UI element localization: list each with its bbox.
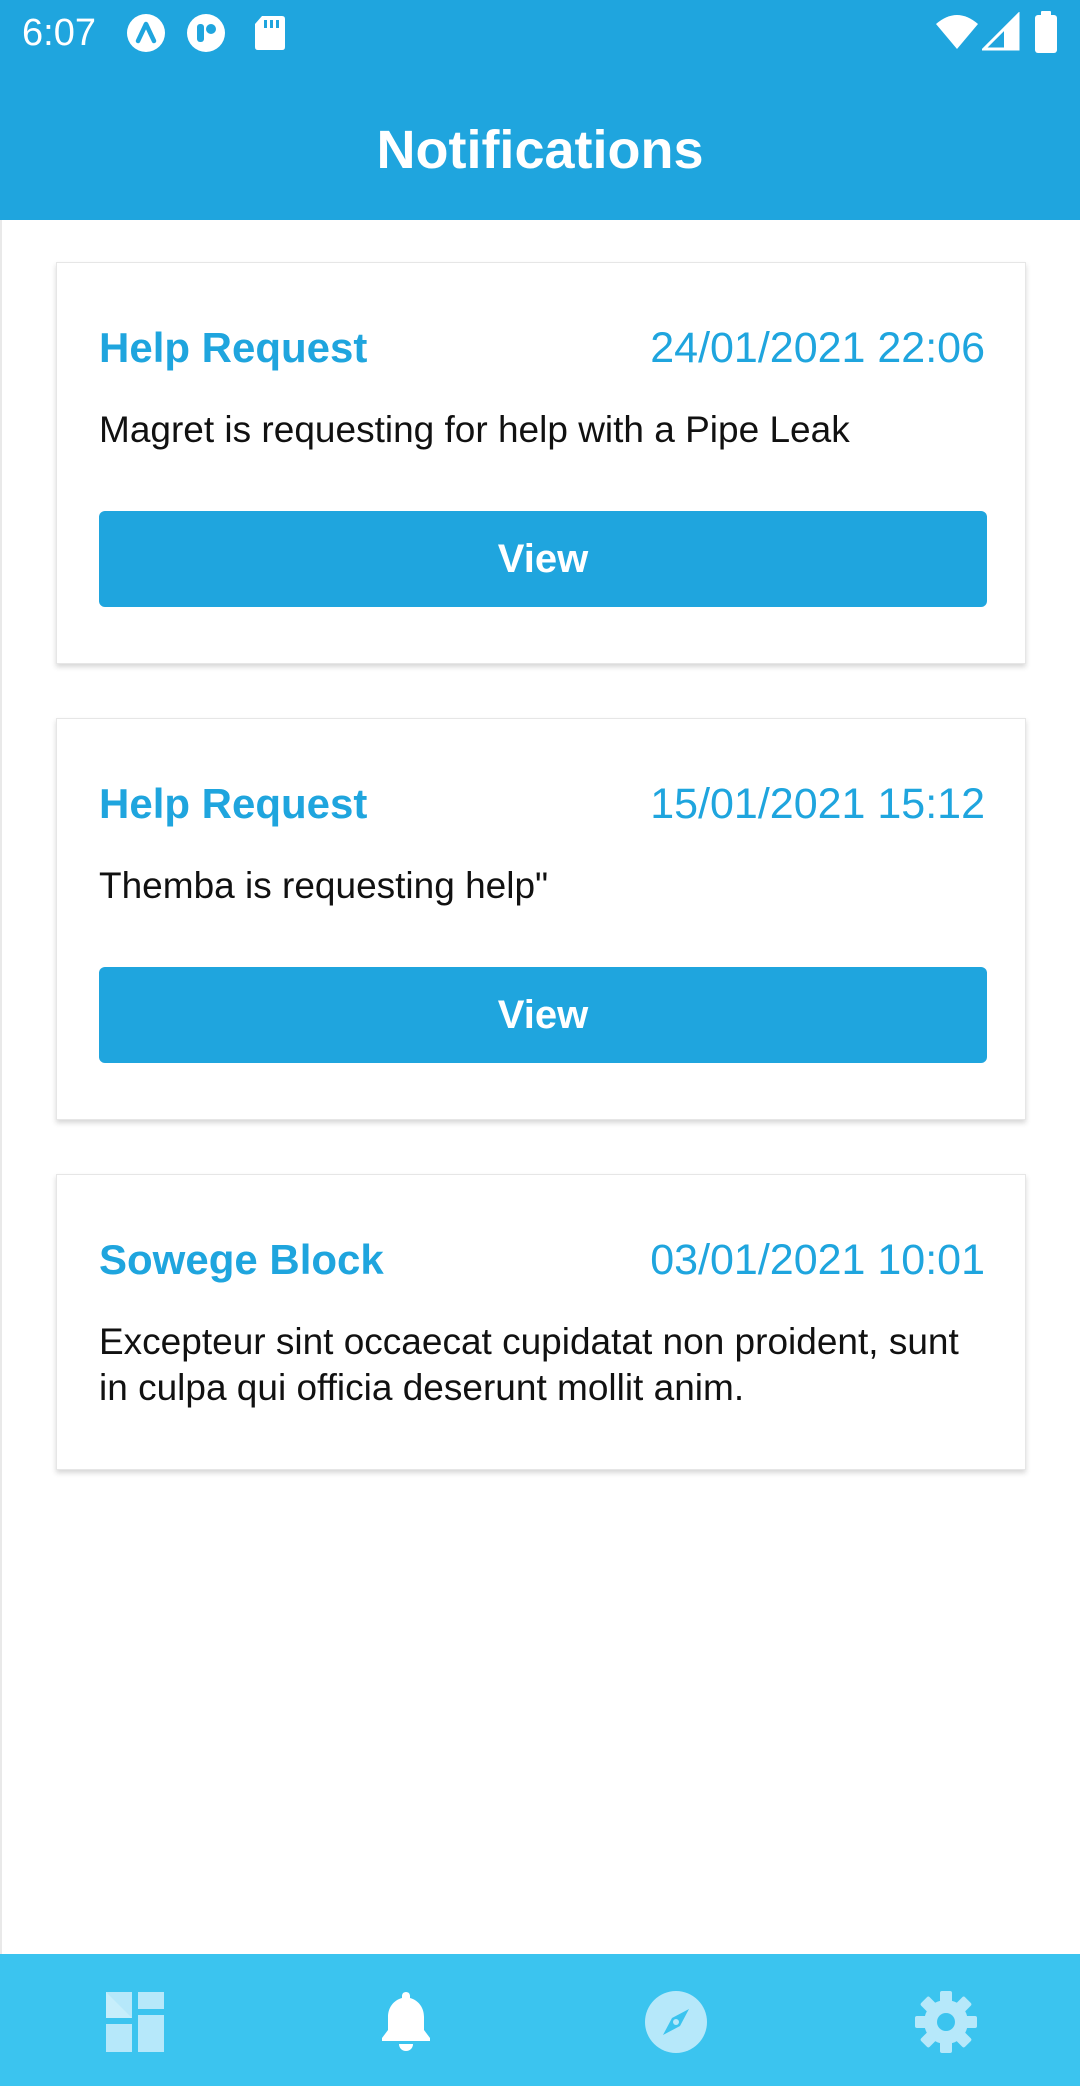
compass-icon	[645, 1991, 707, 2053]
nav-item-explore[interactable]	[540, 1954, 810, 2086]
gear-icon	[915, 1991, 977, 2053]
status-bar: 6:07	[0, 0, 1080, 66]
notification-message: Excepteur sint occaecat cupidatat non pr…	[99, 1321, 959, 1408]
nav-item-settings[interactable]	[810, 1954, 1080, 2086]
status-time: 6:07	[22, 12, 96, 54]
bottom-nav	[0, 1954, 1080, 2086]
app-bar: Notifications	[0, 66, 1080, 220]
notification-title: Sowege Block	[99, 1236, 384, 1283]
notification-date: 24/01/2021 22:06	[650, 324, 985, 372]
view-button[interactable]: View	[99, 967, 987, 1063]
wifi-icon	[934, 12, 980, 52]
dashboard-icon	[106, 1992, 164, 2052]
page-title: Notifications	[376, 120, 704, 180]
notification-card: Help Request 15/01/2021 15:12 Themba is …	[56, 718, 1026, 1120]
nav-item-dashboard[interactable]	[0, 1954, 270, 2086]
notification-date: 03/01/2021 10:01	[650, 1236, 985, 1284]
notification-message: Magret is requesting for help with a Pip…	[99, 409, 850, 450]
sd-card-icon	[250, 13, 290, 53]
notification-list: Help Request 24/01/2021 22:06 Magret is …	[0, 220, 1080, 1954]
battery-icon	[1032, 10, 1060, 54]
notification-message: Themba is requesting help"	[99, 865, 549, 906]
nav-item-notifications[interactable]	[270, 1954, 540, 2086]
notification-title: Help Request	[99, 780, 368, 827]
view-button[interactable]: View	[99, 511, 987, 607]
app-a-icon	[126, 13, 166, 53]
bell-icon	[382, 1992, 430, 2051]
notification-date: 15/01/2021 15:12	[650, 780, 985, 828]
signal-icon	[980, 11, 1022, 52]
notification-card: Help Request 24/01/2021 22:06 Magret is …	[56, 262, 1026, 664]
notification-card: Sowege Block 03/01/2021 10:01 Excepteur …	[56, 1174, 1026, 1470]
notification-title: Help Request	[99, 324, 368, 371]
app-r-icon	[186, 13, 226, 53]
